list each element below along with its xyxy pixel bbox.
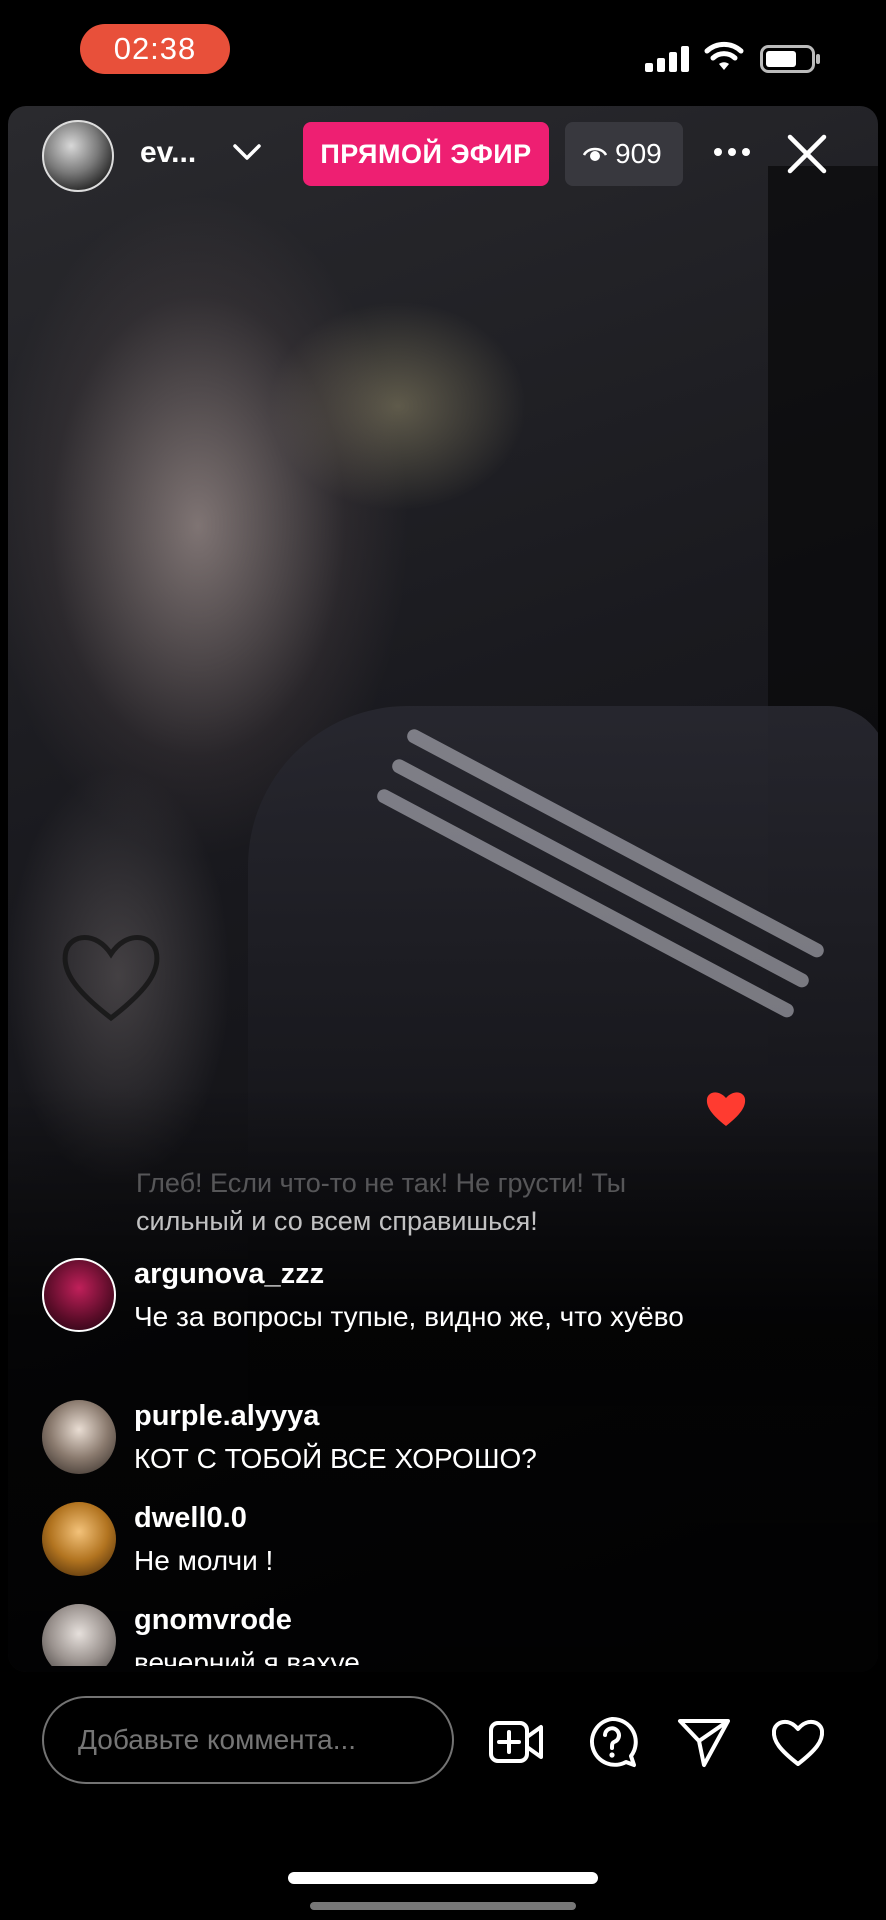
battery-icon <box>760 45 820 73</box>
viewer-count-badge[interactable]: 909 <box>565 122 683 186</box>
comment-text: Че за вопросы тупые, видно же, что хуёво <box>134 1301 684 1332</box>
previous-comment-faded-line: Глеб! Если что-то не так! Не грусти! Ты <box>136 1168 627 1198</box>
comment-input[interactable] <box>42 1696 454 1784</box>
close-icon[interactable] <box>785 132 829 176</box>
comment-item: dwell0.0 Не молчи ! <box>42 1502 802 1582</box>
status-bar: 02:38 <box>0 0 886 100</box>
home-indicator-shadow <box>310 1902 576 1910</box>
previous-comment: Глеб! Если что-то не так! Не грусти! Ты … <box>136 1164 756 1240</box>
comment-item: argunova_zzz Че за вопросы тупые, видно … <box>42 1258 802 1368</box>
comment-text: вечерний я вахуе <box>134 1647 360 1666</box>
eye-icon <box>583 147 607 161</box>
commenter-username[interactable]: dwell0.0 <box>134 1502 247 1535</box>
viewer-count: 909 <box>615 138 662 169</box>
commenter-username[interactable]: argunova_zzz <box>134 1258 324 1291</box>
home-indicator[interactable] <box>288 1872 598 1884</box>
send-icon[interactable] <box>676 1715 732 1769</box>
commenter-username[interactable]: purple.alyyya <box>134 1400 319 1433</box>
wifi-icon <box>704 41 744 70</box>
more-options-icon[interactable] <box>710 140 754 164</box>
heart-icon[interactable] <box>770 1715 826 1769</box>
comment-text: КОТ С ТОБОЙ ВСЕ ХОРОШО? <box>134 1443 537 1474</box>
comment-item: gnomvrode вечерний я вахуе <box>42 1604 802 1666</box>
add-video-guest-icon[interactable] <box>488 1715 544 1769</box>
neck-heart-tattoo <box>62 935 160 1022</box>
commenter-avatar[interactable] <box>42 1604 116 1666</box>
commenter-avatar[interactable] <box>42 1258 116 1332</box>
previous-comment-line: сильный и со всем справишься! <box>136 1206 538 1236</box>
comment-text: Не молчи ! <box>134 1545 274 1576</box>
live-badge: ПРЯМОЙ ЭФИР <box>303 122 549 186</box>
comment-item: purple.alyyya КОТ С ТОБОЙ ВСЕ ХОРОШО? <box>42 1400 802 1480</box>
host-name[interactable]: ev... <box>140 136 196 170</box>
chevron-down-icon[interactable] <box>230 140 264 164</box>
cellular-signal-icon <box>645 46 689 72</box>
question-icon[interactable] <box>584 1715 640 1769</box>
commenter-avatar[interactable] <box>42 1400 116 1474</box>
heart-reaction-icon <box>706 1092 746 1126</box>
commenter-username[interactable]: gnomvrode <box>134 1604 292 1637</box>
commenter-avatar[interactable] <box>42 1502 116 1576</box>
status-time: 02:38 <box>80 24 230 74</box>
host-avatar[interactable] <box>42 120 114 192</box>
